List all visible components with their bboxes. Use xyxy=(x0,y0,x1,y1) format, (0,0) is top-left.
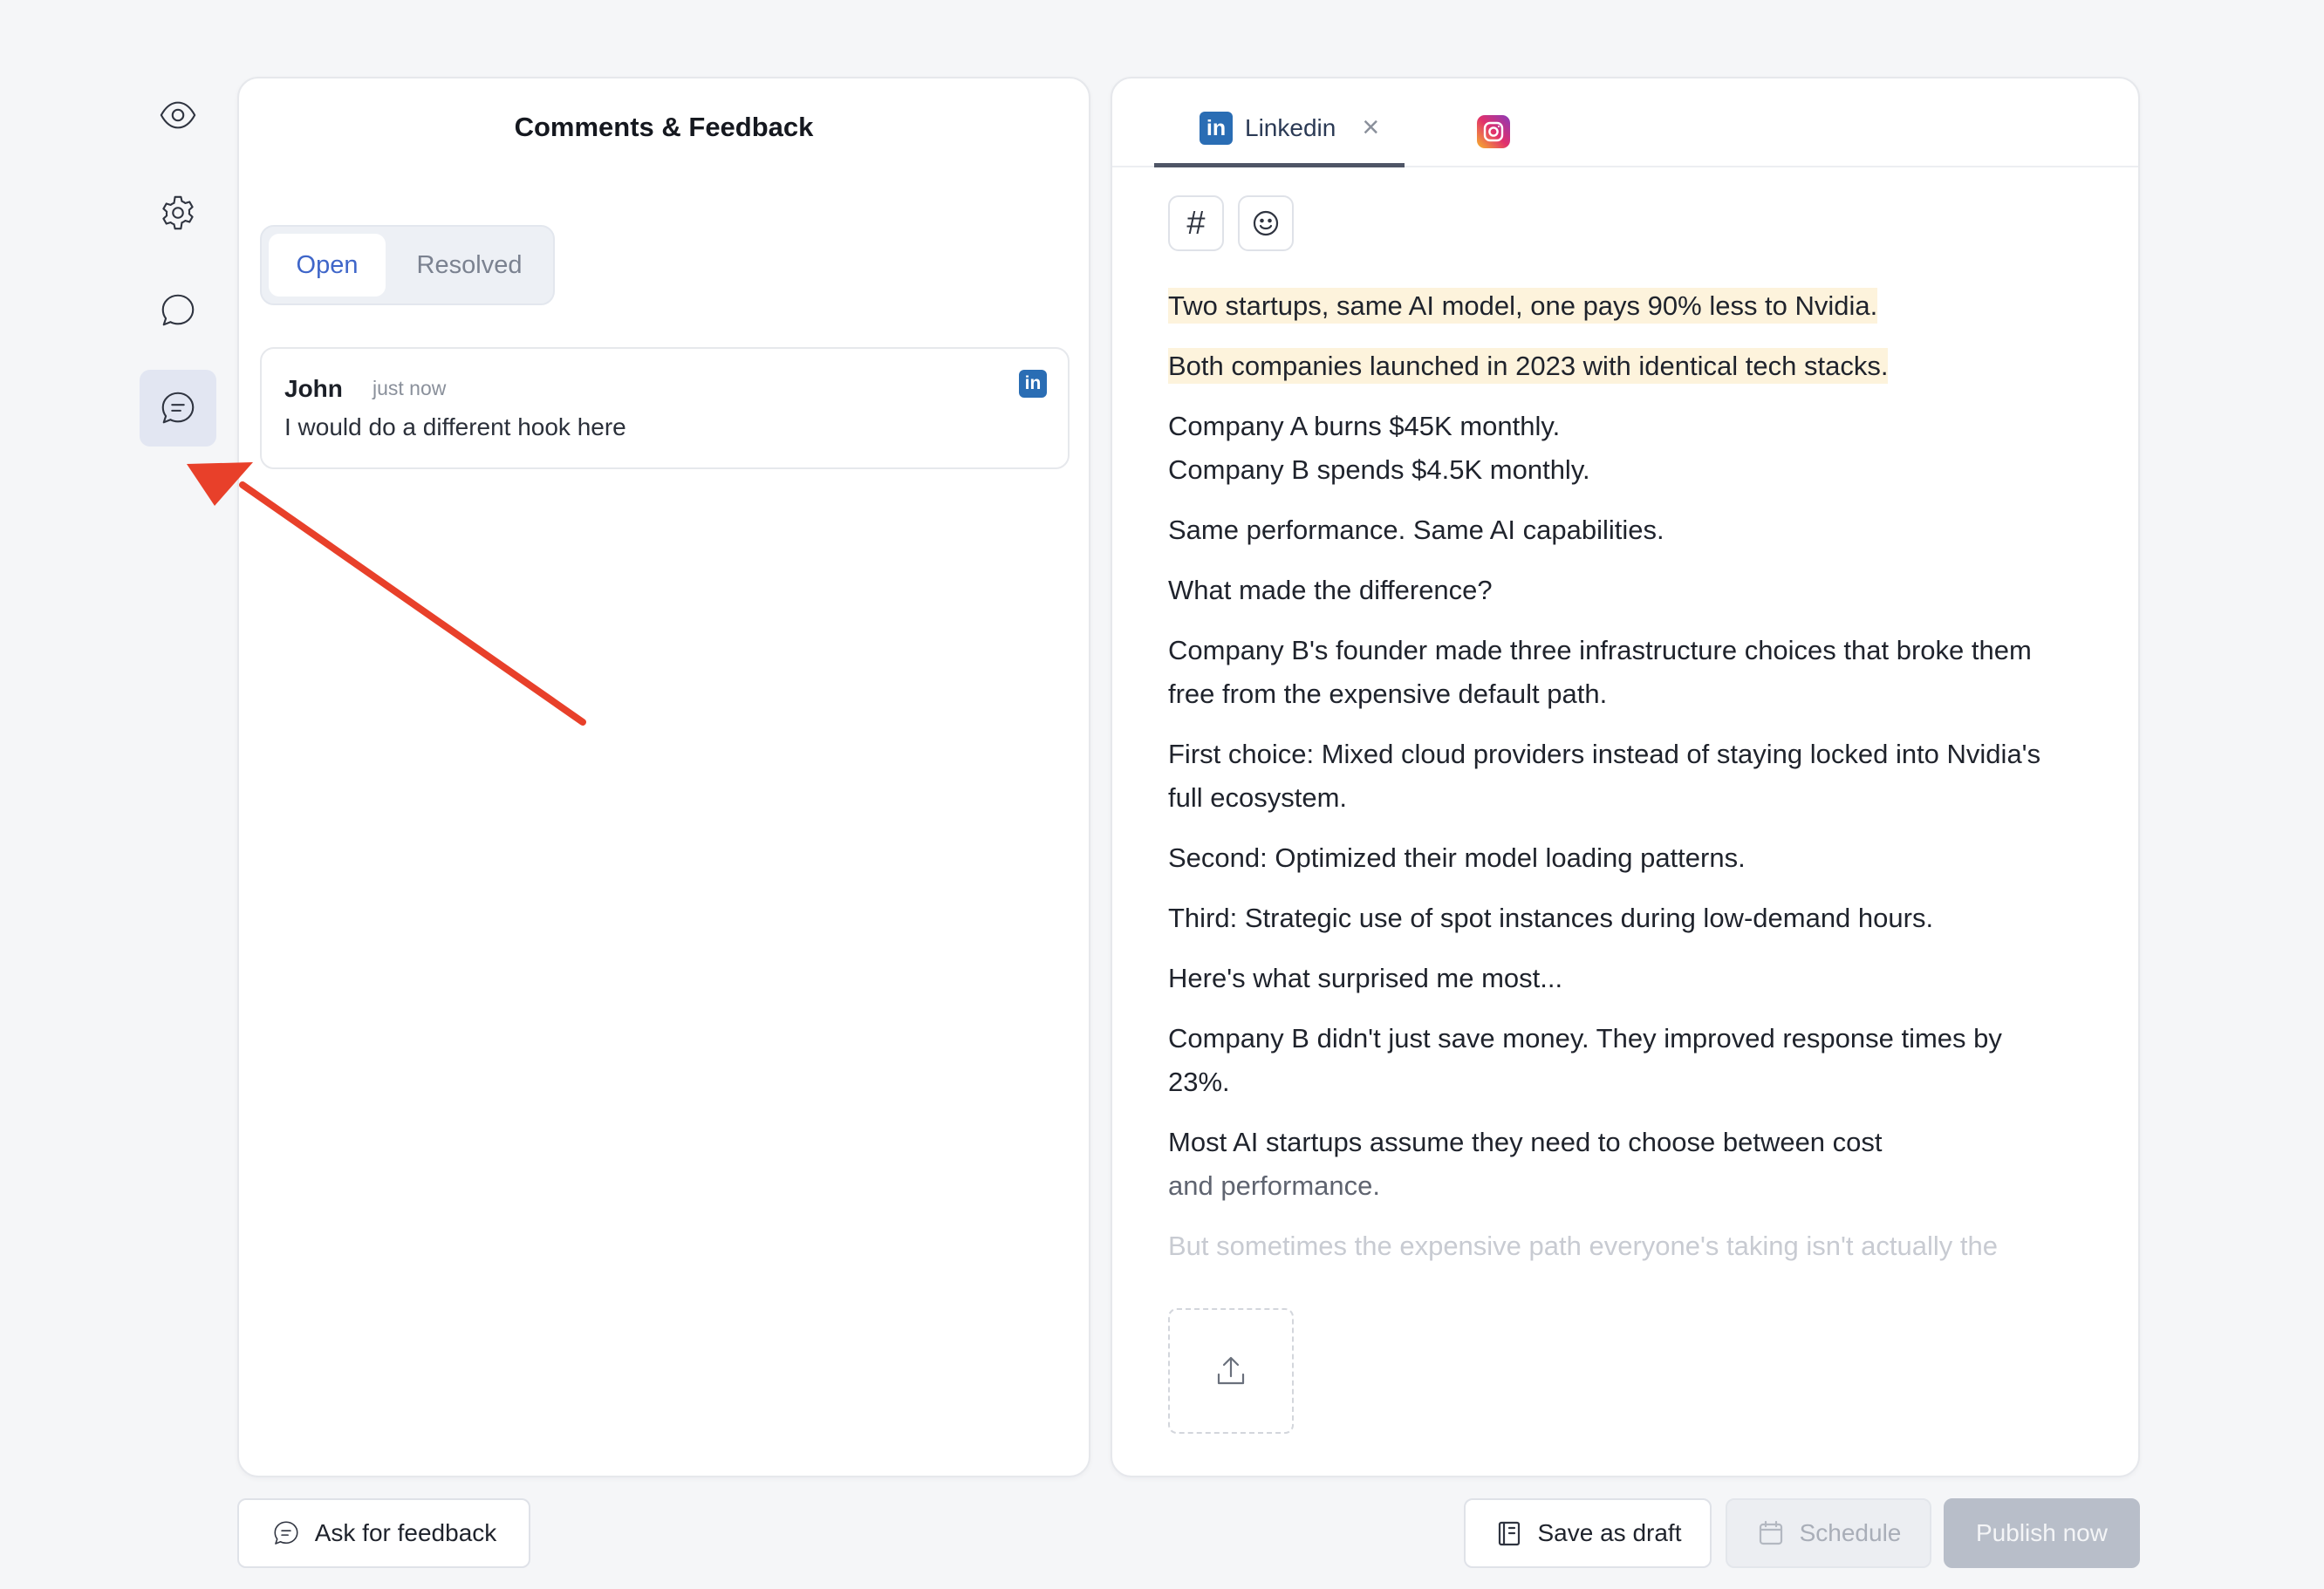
hashtag-icon: # xyxy=(1186,204,1206,242)
post-paragraph: Company B didn't just save money. They i… xyxy=(1168,1023,2002,1097)
post-line: Company A burns $45K monthly. xyxy=(1168,411,1561,441)
save-as-draft-button[interactable]: Save as draft xyxy=(1464,1498,1712,1568)
calendar-icon xyxy=(1759,1520,1782,1545)
tab-open[interactable]: Open xyxy=(269,234,386,297)
tab-linkedin-label: Linkedin xyxy=(1245,114,1336,141)
post-line: and performance. xyxy=(1168,1170,1380,1201)
post-paragraph-faded: But sometimes the expensive path everyon… xyxy=(1168,1231,1998,1261)
post-line: Company B spends $4.5K monthly. xyxy=(1168,454,1590,485)
tab-linkedin[interactable]: in Linkedin × xyxy=(1154,112,1405,167)
comment-lines-icon xyxy=(274,1521,298,1545)
ask-for-feedback-button[interactable]: Ask for feedback xyxy=(237,1498,530,1568)
post-paragraph-highlighted: Both companies launched in 2023 with ide… xyxy=(1168,348,1889,384)
emoji-button[interactable] xyxy=(1238,195,1294,251)
post-paragraph: Third: Strategic use of spot instances d… xyxy=(1168,903,1934,933)
upload-icon xyxy=(1217,1356,1245,1385)
schedule-label: Schedule xyxy=(1799,1519,1902,1546)
post-paragraph: Same performance. Same AI capabilities. xyxy=(1168,515,1664,545)
linkedin-icon: in xyxy=(1200,112,1233,145)
ask-for-feedback-label: Ask for feedback xyxy=(314,1519,497,1546)
instagram-icon[interactable] xyxy=(1477,115,1510,148)
emoji-icon xyxy=(1253,210,1279,236)
post-paragraph: First choice: Mixed cloud providers inst… xyxy=(1168,739,2041,813)
post-editor-panel: in Linkedin × # Two startups, same AI mo… xyxy=(1111,77,2140,1477)
post-paragraph: Second: Optimized their model loading pa… xyxy=(1168,842,1746,873)
comment-lines-icon xyxy=(161,392,195,424)
linkedin-icon: in xyxy=(1019,370,1047,398)
post-paragraph-highlighted: Two startups, same AI model, one pays 90… xyxy=(1168,288,1878,324)
post-line: Most AI startups assume they need to cho… xyxy=(1168,1127,1883,1157)
save-as-draft-label: Save as draft xyxy=(1537,1519,1682,1546)
post-paragraph: Company B's founder made three infrastru… xyxy=(1168,635,2032,709)
panel-title: Comments & Feedback xyxy=(514,112,814,142)
chat-rail-button[interactable] xyxy=(140,272,216,349)
preview-rail-button[interactable] xyxy=(140,77,216,153)
chat-bubble-icon xyxy=(161,294,195,326)
post-paragraph: What made the difference? xyxy=(1168,575,1493,605)
comment-status-tabs: Open Resolved xyxy=(260,225,555,305)
schedule-button[interactable]: Schedule xyxy=(1726,1498,1931,1568)
post-body[interactable]: Two startups, same AI model, one pays 90… xyxy=(1168,284,2093,1353)
close-icon[interactable]: × xyxy=(1362,112,1379,143)
settings-rail-button[interactable] xyxy=(140,174,216,251)
post-paragraph: Here's what surprised me most... xyxy=(1168,963,1563,993)
platform-tabs: in Linkedin × xyxy=(1112,78,2138,167)
comments-panel: Comments & Feedback Open Resolved John j… xyxy=(237,77,1090,1477)
media-upload-box[interactable] xyxy=(1168,1308,1294,1434)
publish-now-label: Publish now xyxy=(1976,1519,2108,1546)
comment-timestamp: just now xyxy=(373,377,447,399)
hashtag-button[interactable]: # xyxy=(1168,195,1224,251)
tab-resolved[interactable]: Resolved xyxy=(393,234,546,297)
comment-card[interactable]: John just now in I would do a different … xyxy=(260,347,1070,469)
notebook-icon xyxy=(1498,1521,1520,1546)
comment-author: John xyxy=(284,375,343,402)
comment-text: I would do a different hook here xyxy=(284,413,626,440)
gear-icon xyxy=(162,195,194,230)
comments-rail-button[interactable] xyxy=(140,370,216,447)
publish-now-button[interactable]: Publish now xyxy=(1944,1498,2140,1568)
eye-icon xyxy=(160,101,196,129)
